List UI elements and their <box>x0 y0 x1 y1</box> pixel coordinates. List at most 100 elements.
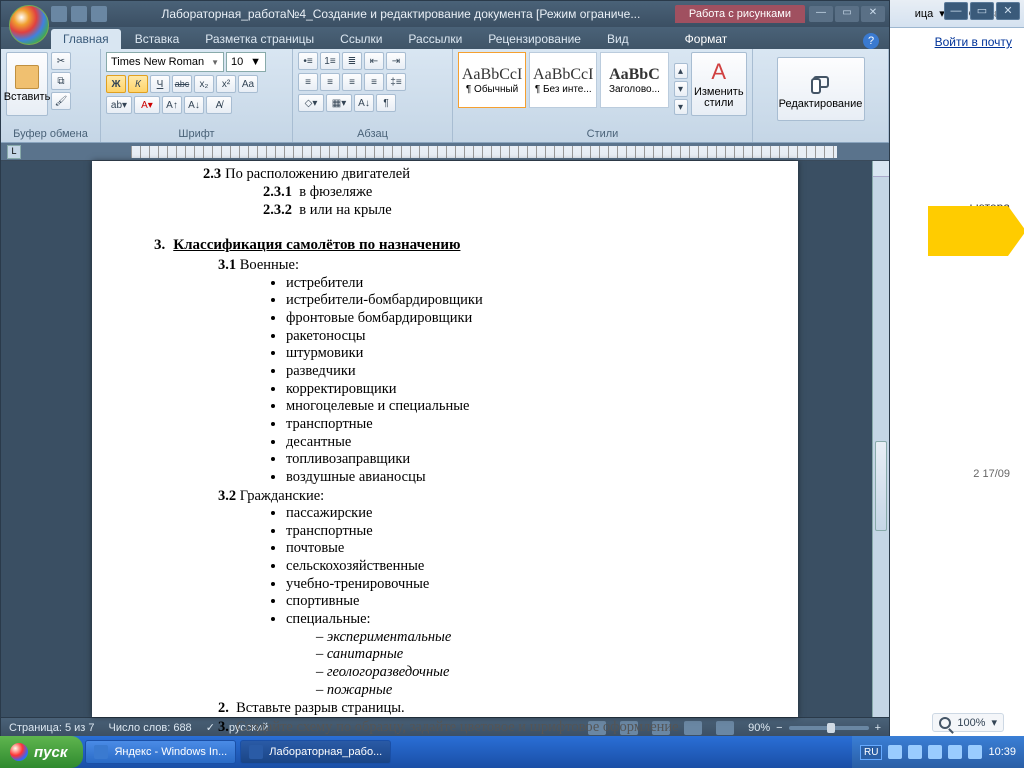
line-spacing-button[interactable]: ‡≡ <box>386 73 406 91</box>
zoom-level[interactable]: 90% <box>748 722 770 734</box>
tray-icon[interactable] <box>888 745 902 759</box>
list-item: санитарные <box>316 646 742 664</box>
change-styles-button[interactable]: A Изменить стили <box>691 52 748 116</box>
style-normal[interactable]: AaBbCcI¶ Обычный <box>458 52 526 108</box>
qa-save-icon[interactable] <box>51 6 67 22</box>
tab-insert[interactable]: Вставка <box>123 29 192 49</box>
grow-font-button[interactable]: A↑ <box>162 96 182 114</box>
multilevel-button[interactable]: ≣ <box>342 52 362 70</box>
list-item: экспериментальные <box>316 629 742 647</box>
tray-icon[interactable] <box>908 745 922 759</box>
tray-icon[interactable] <box>948 745 962 759</box>
list-item: истребители-бомбардировщики <box>286 292 742 310</box>
tab-references[interactable]: Ссылки <box>328 29 394 49</box>
ie-zoom[interactable]: 100%▾ <box>932 713 1004 732</box>
highlight-button[interactable]: ab▾ <box>106 96 132 114</box>
word-close-button[interactable]: ✕ <box>861 6 885 22</box>
font-name-combo[interactable]: Times New Roman▼ <box>106 52 224 72</box>
list-item: многоцелевые и специальные <box>286 398 742 416</box>
list-item: пожарные <box>316 682 742 700</box>
indent-inc-button[interactable]: ⇥ <box>386 52 406 70</box>
numbering-button[interactable]: 1≡ <box>320 52 340 70</box>
horizontal-ruler[interactable]: L <box>1 143 889 161</box>
styles-more[interactable]: ▾ <box>674 99 688 115</box>
close-button[interactable]: ✕ <box>996 2 1020 20</box>
word-restore-button[interactable]: ▭ <box>835 6 859 22</box>
scrollbar-thumb[interactable] <box>875 441 887 531</box>
superscript-button[interactable]: x² <box>216 75 236 93</box>
minimize-button[interactable]: — <box>944 2 968 20</box>
shading-button[interactable]: ◇▾ <box>298 94 324 112</box>
strike-button[interactable]: abc <box>172 75 192 93</box>
taskbar-item-word[interactable]: Лабораторная_рабо... <box>240 740 391 764</box>
italic-button[interactable]: К <box>128 75 148 93</box>
tab-format[interactable]: Формат <box>673 29 740 49</box>
tab-review[interactable]: Рецензирование <box>476 29 593 49</box>
clock[interactable]: 10:39 <box>988 746 1016 758</box>
page-menu-fragment[interactable]: ица <box>915 8 934 20</box>
align-left-button[interactable]: ≡ <box>298 73 318 91</box>
shrink-font-button[interactable]: A↓ <box>184 96 204 114</box>
list-item: штурмовики <box>286 345 742 363</box>
list-item: сельскохозяйственные <box>286 558 742 576</box>
borders-button[interactable]: ▦▾ <box>326 94 352 112</box>
font-color-button[interactable]: A▾ <box>134 96 160 114</box>
tab-layout[interactable]: Разметка страницы <box>193 29 326 49</box>
tab-selector[interactable]: L <box>7 145 21 159</box>
tray-icon[interactable] <box>968 745 982 759</box>
language-indicator[interactable]: RU <box>860 745 882 760</box>
tab-mailings[interactable]: Рассылки <box>396 29 474 49</box>
justify-button[interactable]: ≡ <box>364 73 384 91</box>
underline-button[interactable]: Ч <box>150 75 170 93</box>
list-item: разведчики <box>286 363 742 381</box>
help-icon[interactable]: ? <box>863 33 879 49</box>
zoom-out-button[interactable]: − <box>776 722 782 734</box>
group-styles-label: Стили <box>458 126 747 142</box>
tray-icon[interactable] <box>928 745 942 759</box>
style-no-spacing[interactable]: AaBbCcI¶ Без инте... <box>529 52 597 108</box>
list-item: учебно-тренировочные <box>286 576 742 594</box>
list-item: спортивные <box>286 593 742 611</box>
show-marks-button[interactable]: ¶ <box>376 94 396 112</box>
start-button[interactable]: пуск <box>0 736 83 768</box>
maximize-button[interactable]: ▭ <box>970 2 994 20</box>
styles-row-up[interactable]: ▴ <box>674 63 688 79</box>
style-heading1[interactable]: AaBbCЗаголово... <box>600 52 668 108</box>
list-item: топливозаправщики <box>286 451 742 469</box>
bold-button[interactable]: Ж <box>106 75 126 93</box>
sort-button[interactable]: A↓ <box>354 94 374 112</box>
format-painter-button[interactable]: 🖌 <box>51 92 71 110</box>
align-center-button[interactable]: ≡ <box>320 73 340 91</box>
group-paragraph-label: Абзац <box>298 126 447 142</box>
tab-home[interactable]: Главная <box>51 29 121 49</box>
paste-button[interactable]: Вставить <box>6 52 48 116</box>
indent-dec-button[interactable]: ⇤ <box>364 52 384 70</box>
clear-format-button[interactable]: A̸ <box>206 96 232 114</box>
mail-login-link[interactable]: Войти в почту <box>935 35 1012 49</box>
office-button[interactable] <box>9 5 49 45</box>
align-right-button[interactable]: ≡ <box>342 73 362 91</box>
copy-button[interactable]: ⧉ <box>51 72 71 90</box>
word-minimize-button[interactable]: — <box>809 6 833 22</box>
vertical-scrollbar[interactable] <box>872 161 889 717</box>
subscript-button[interactable]: x₂ <box>194 75 214 93</box>
taskbar-item-ie[interactable]: Яндекс - Windows In... <box>85 740 236 764</box>
group-font-label: Шрифт <box>106 126 287 142</box>
status-words[interactable]: Число слов: 688 <box>109 722 192 734</box>
change-case-button[interactable]: Aa <box>238 75 258 93</box>
qa-undo-icon[interactable] <box>71 6 87 22</box>
font-size-combo[interactable]: 10▼ <box>226 52 266 72</box>
zoom-in-button[interactable]: + <box>875 722 881 734</box>
document-page[interactable]: 2.3По расположению двигателей 2.3.1 в фю… <box>92 161 798 717</box>
bullets-button[interactable]: •≡ <box>298 52 318 70</box>
status-page[interactable]: Страница: 5 из 7 <box>9 722 95 734</box>
editing-button[interactable]: Редактирование <box>777 57 865 121</box>
status-proofing-icon[interactable]: ✓ <box>206 721 215 734</box>
zoom-slider[interactable] <box>789 726 869 730</box>
styles-row-down[interactable]: ▾ <box>674 81 688 97</box>
cut-button[interactable]: ✂ <box>51 52 71 70</box>
context-tab-label: Работа с рисунками <box>675 5 805 23</box>
tab-view[interactable]: Вид <box>595 29 641 49</box>
qa-redo-icon[interactable] <box>91 6 107 22</box>
list-item: транспортные <box>286 416 742 434</box>
